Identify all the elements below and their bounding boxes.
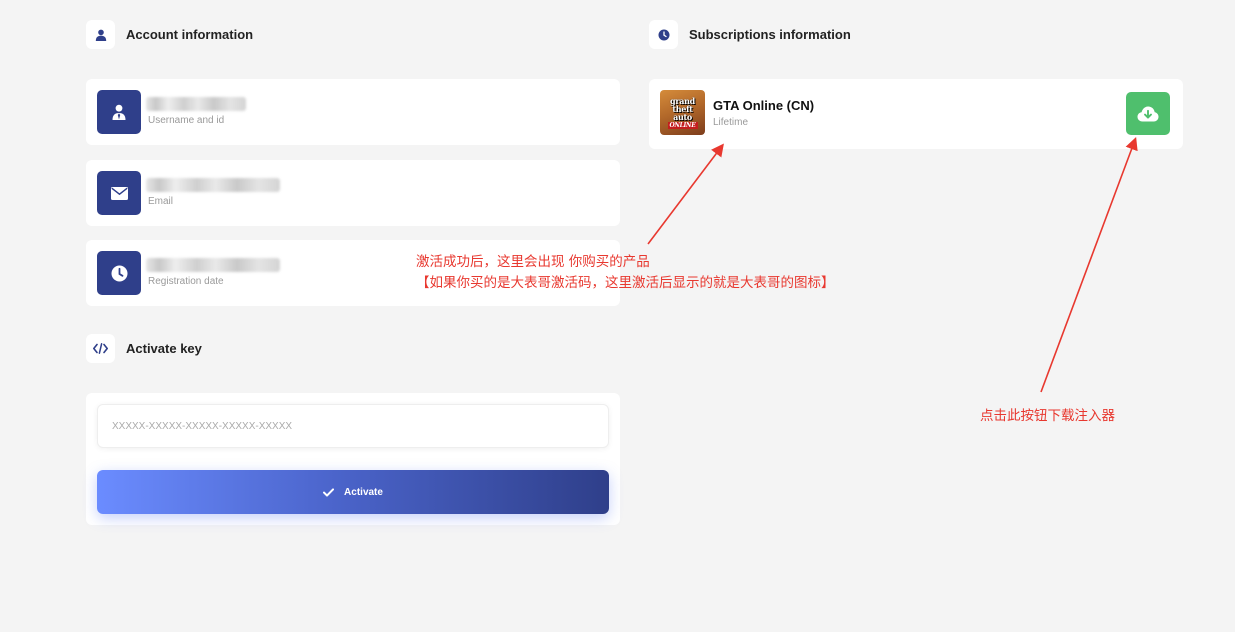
key-input[interactable] <box>97 404 609 448</box>
code-icon <box>86 334 115 363</box>
arrow-to-download <box>1040 137 1138 393</box>
user-tie-icon <box>97 90 141 134</box>
envelope-icon <box>97 171 141 215</box>
user-icon <box>86 20 115 49</box>
gta-game-icon: grand theft auto ONLINE <box>660 90 705 135</box>
subscriptions-section-header: Subscriptions information <box>649 20 851 49</box>
account-section-header: Account information <box>86 20 253 49</box>
activate-button-label: Activate <box>344 486 383 498</box>
clock-icon <box>97 251 141 295</box>
subscriptions-section-title: Subscriptions information <box>689 27 851 42</box>
subscription-status: Lifetime <box>713 117 749 128</box>
subscription-name: GTA Online (CN) <box>713 98 815 113</box>
activate-section-header: Activate key <box>86 334 202 363</box>
check-icon <box>323 487 335 497</box>
activate-section-title: Activate key <box>126 341 202 356</box>
cloud-download-icon <box>1137 106 1159 121</box>
arrow-to-product <box>647 143 724 245</box>
download-button[interactable] <box>1126 92 1170 135</box>
product-annotation-line1: 激活成功后，这里会出现 你购买的产品 <box>416 254 650 270</box>
activate-card: Activate <box>86 393 620 525</box>
username-card: Username and id <box>86 79 620 145</box>
email-card: Email <box>86 160 620 226</box>
username-value <box>146 97 246 111</box>
registration-value <box>146 258 280 272</box>
clock-icon <box>649 20 678 49</box>
registration-label: Registration date <box>148 276 224 287</box>
download-annotation: 点击此按钮下载注入器 <box>980 408 1115 424</box>
activate-button[interactable]: Activate <box>97 470 609 514</box>
account-section-title: Account information <box>126 27 254 42</box>
username-label: Username and id <box>148 115 225 126</box>
product-annotation: 激活成功后，这里会出现 你购买的产品 【如果你买的是大表哥激活码，这里激活后显示… <box>416 252 835 294</box>
email-label: Email <box>148 196 174 207</box>
email-value <box>146 178 280 192</box>
product-annotation-line2: 【如果你买的是大表哥激活码，这里激活后显示的就是大表哥的图标】 <box>416 275 835 291</box>
subscription-item: grand theft auto ONLINE GTA Online (CN) … <box>649 79 1183 149</box>
